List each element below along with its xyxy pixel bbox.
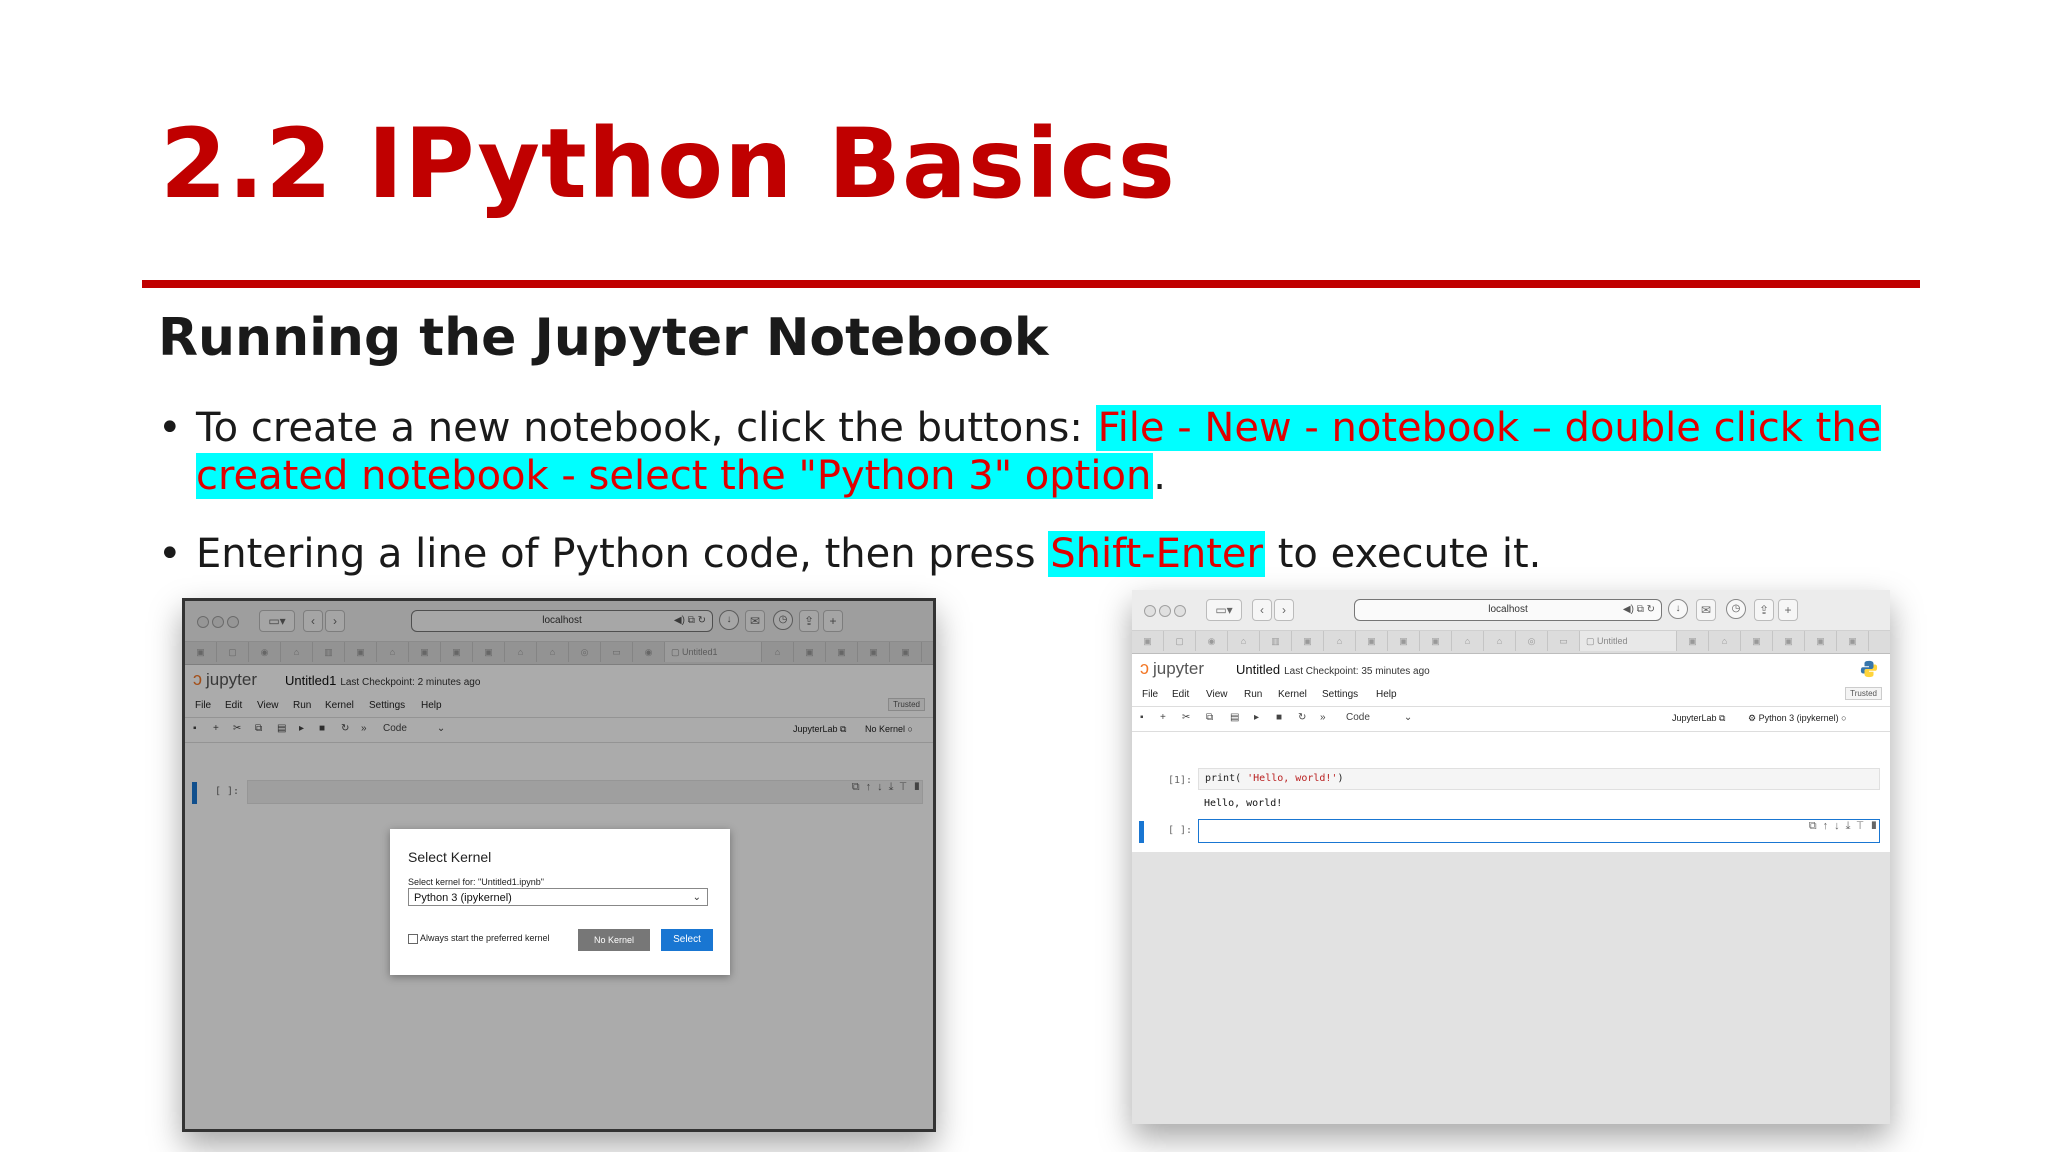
tab-untitled[interactable]: ▢ Untitled [1580,631,1677,651]
notebook-empty-area [1132,852,1890,1124]
run-icon[interactable]: ▸ [1254,712,1259,723]
cut-icon[interactable]: ✂ [1182,712,1190,723]
sidebar-toggle-icon[interactable]: ▭▾ [1206,599,1242,621]
jupyterlab-link[interactable]: JupyterLab ⧉ [1672,713,1725,724]
url-text: localhost [1488,604,1528,615]
cell-output: Hello, world! [1204,798,1283,809]
menu-help[interactable]: Help [1376,689,1397,700]
copy-icon[interactable]: ⧉ [1206,712,1213,723]
menu-bar: File Edit View Run Kernel Settings Help … [1132,684,1890,707]
back-icon[interactable]: ‹ [1252,599,1272,621]
bullet2-text: Entering a line of Python code, then pre… [196,531,1049,577]
jupyter-logo: ↄ jupyter [1140,658,1205,678]
active-cell-indicator [1139,821,1144,843]
bullet-shift-enter: • Entering a line of Python code, then p… [158,530,1928,578]
right-screenshot: ▭▾ ‹ › localhost ◀) ⧉ ↻ ↓ ✉ ◷ ⇪ + ▣ ▢ ◉ ⌂ ▥ ▣… [1132,590,1890,1124]
cell-prompt: [1]: [1168,775,1193,786]
chevron-down-icon: ⌄ [692,892,701,903]
preferred-kernel-checkbox[interactable]: Always start the preferred kernel [408,933,550,944]
cell-input[interactable]: print( 'Hello, world!') [1198,768,1880,790]
bullet2-highlight: Shift-Enter [1048,531,1265,577]
bullet-create-notebook: • To create a new notebook, click the bu… [158,404,1928,500]
save-icon[interactable]: ▪ [1140,712,1144,723]
stop-icon[interactable]: ■ [1276,712,1282,723]
menu-run[interactable]: Run [1244,689,1262,700]
bullet-dot: • [158,531,182,577]
history-icon[interactable]: ◷ [1726,599,1746,619]
tab-strip: ▣ ▢ ◉ ⌂ ▥ ▣ ⌂ ▣ ▣ ▣ ⌂ ⌂ ◎ ▭ ▢ Untitled ▣ ⌂ ▣ ▣ ▣ ▣ [1132,631,1890,654]
fast-forward-icon[interactable]: » [1320,712,1326,723]
share-icon[interactable]: ⇪ [1754,599,1774,621]
trusted-badge[interactable]: Trusted [1845,687,1882,700]
title-rule [142,280,1920,288]
address-bar[interactable]: localhost ◀) ⧉ ↻ [1354,599,1662,621]
notebook-toolbar: ▪ + ✂ ⧉ ▤ ▸ ■ ↻ » Code ⌄ JupyterLab ⧉ ⚙ P… [1132,707,1890,732]
cell-actions-icon[interactable]: ⧉↑↓⤓⊤▮ [1809,820,1884,833]
bullet-dot: • [158,405,182,451]
slide-subtitle: Running the Jupyter Notebook [158,308,1049,368]
select-button[interactable]: Select [661,929,713,951]
download-icon[interactable]: ↓ [1668,599,1688,619]
paste-icon[interactable]: ▤ [1230,712,1239,723]
notebook-title[interactable]: Untitled Last Checkpoint: 35 minutes ago [1236,662,1430,677]
window-controls[interactable] [1144,604,1189,622]
kernel-status[interactable]: ⚙ Python 3 (ipykernel) ○ [1748,713,1847,724]
bullet1-text: To create a new notebook, click the butt… [196,405,1096,451]
bullet1-suffix: . [1153,453,1167,499]
reload-icon[interactable]: ◀) ⧉ ↻ [1623,600,1655,620]
cell-type-select[interactable]: Code ⌄ [1346,712,1412,723]
forward-icon[interactable]: › [1274,599,1294,621]
cell-code: print( 'Hello, world!') [1205,773,1344,784]
add-cell-icon[interactable]: + [1160,712,1166,723]
menu-file[interactable]: File [1142,689,1158,700]
executed-cell[interactable]: [1]: print( 'Hello, world!') Hello, worl… [1132,768,1890,812]
menu-edit[interactable]: Edit [1172,689,1189,700]
jupyter-header: ↄ jupyter Untitled Last Checkpoint: 35 min… [1132,654,1890,684]
no-kernel-button[interactable]: No Kernel [578,929,650,951]
menu-kernel[interactable]: Kernel [1278,689,1307,700]
slide-title: 2.2 IPython Basics [160,108,1176,220]
left-screenshot: ▭▾ ‹ › localhost ◀) ⧉ ↻ ↓ ✉ ◷ ⇪ + ▣ ▢ ◉ ⌂ ▥ ▣… [182,598,936,1132]
restart-icon[interactable]: ↻ [1298,712,1306,723]
kernel-select[interactable]: Python 3 (ipykernel) ⌄ [408,888,708,906]
dialog-title: Select Kernel [408,849,492,865]
bullet2-suffix: to execute it. [1264,531,1542,577]
menu-settings[interactable]: Settings [1322,689,1358,700]
new-tab-icon[interactable]: + [1778,599,1798,621]
dialog-label: Select kernel for: "Untitled1.ipynb" [408,877,544,887]
cell-input[interactable] [1198,819,1880,843]
mail-icon[interactable]: ✉ [1696,599,1716,621]
code-cell[interactable]: [ ]: ⧉↑↓⤓⊤▮ [1132,816,1890,846]
cell-prompt: [ ]: [1168,825,1193,836]
python-logo-icon [1860,660,1878,678]
select-kernel-dialog: Select Kernel Select kernel for: "Untitl… [390,829,730,975]
menu-view[interactable]: View [1206,689,1228,700]
browser-toolbar: ▭▾ ‹ › localhost ◀) ⧉ ↻ ↓ ✉ ◷ ⇪ + [1132,590,1890,631]
